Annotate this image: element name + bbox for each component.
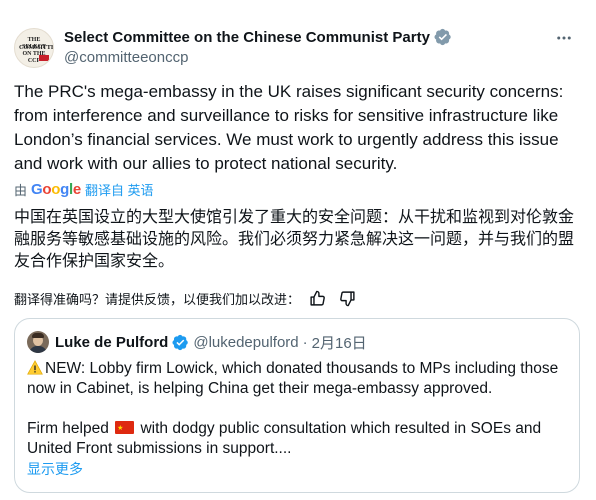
dot-separator: · — [302, 333, 308, 351]
quoted-paragraph-1: NEW: Lobby firm Lowick, which donated th… — [27, 359, 567, 399]
quoted-author-avatar — [27, 331, 49, 353]
verified-badge-icon — [172, 334, 189, 350]
verified-badge-icon[interactable] — [434, 28, 452, 46]
quoted-paragraph-2: Firm helped with dodgy public consultati… — [27, 419, 567, 459]
more-options-icon[interactable] — [550, 26, 578, 50]
tweet-text: The PRC's mega-embassy in the UK raises … — [14, 82, 564, 173]
translation-source-row: 由 Google 翻译自 英语 — [14, 179, 154, 199]
google-logo: Google — [31, 180, 81, 198]
author-avatar[interactable]: THE SELECT COMMITTEE ON THE CCP — [14, 28, 54, 68]
author-name-row: Select Committee on the Chinese Communis… — [64, 27, 452, 47]
warning-icon — [27, 360, 43, 375]
avatar-text-line: COMMITTEE — [19, 44, 53, 51]
quoted-author-name: Luke de Pulford — [55, 333, 169, 351]
quoted-author-handle: @lukedepulford — [193, 333, 299, 351]
quoted-tweet-header: Luke de Pulford @lukedepulford · 2月16日 — [27, 331, 367, 353]
quoted-paragraph-1-text: NEW: Lobby firm Lowick, which donated th… — [27, 360, 559, 397]
quoted-tweet-text: NEW: Lobby firm Lowick, which donated th… — [27, 359, 567, 459]
thumbs-down-icon[interactable] — [334, 287, 360, 309]
tweet-header: THE SELECT COMMITTEE ON THE CCP Select C… — [14, 22, 582, 70]
quoted-tweet-date: 2月16日 — [311, 334, 367, 352]
author-handle[interactable]: @committeeonccp — [64, 49, 188, 66]
author-display-name[interactable]: Select Committee on the Chinese Communis… — [64, 29, 430, 46]
translation-feedback-row: 翻译得准确吗？请提供反馈，以便我们加以改进： — [14, 287, 360, 309]
avatar-red-mark — [39, 55, 49, 61]
china-flag-icon — [115, 419, 135, 439]
show-more-link[interactable]: 显示更多 — [27, 459, 83, 479]
translated-by-label: 由 — [14, 182, 28, 198]
feedback-prompt: 翻译得准确吗？请提供反馈，以便我们加以改进： — [14, 291, 301, 307]
quoted-paragraph-2-start: Firm helped — [27, 420, 109, 437]
translated-text: 中国在英国设立的大型大使馆引发了重大的安全问题：从干扰和监视到对伦敦金融服务等敏… — [14, 209, 575, 270]
quoted-tweet-card[interactable]: Luke de Pulford @lukedepulford · 2月16日 N… — [14, 318, 580, 493]
show-original-link[interactable]: 翻译自 英语 — [85, 180, 154, 199]
thumbs-up-icon[interactable] — [304, 287, 330, 309]
